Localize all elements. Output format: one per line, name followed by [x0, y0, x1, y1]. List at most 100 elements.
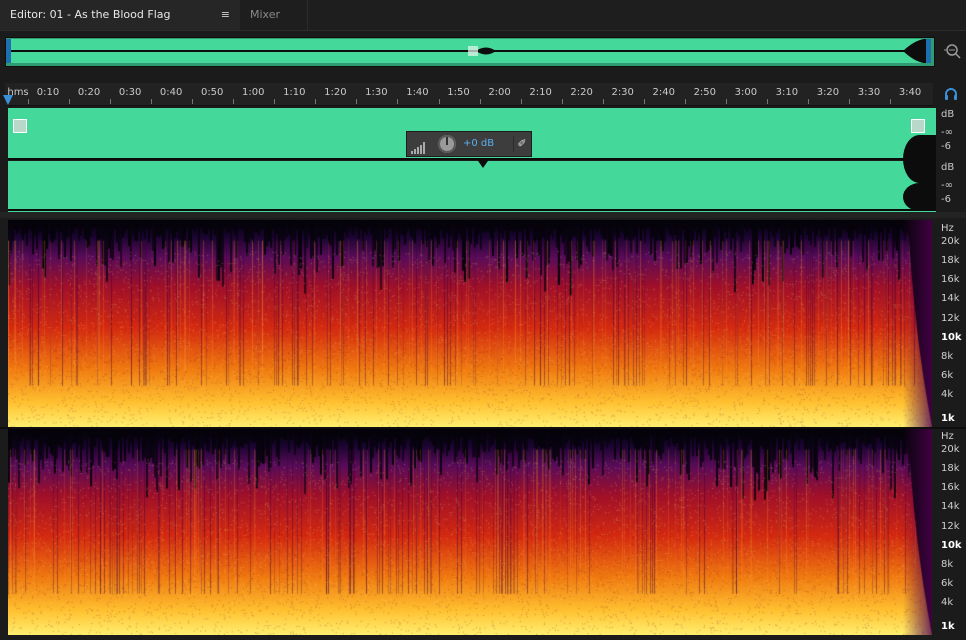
hz-label: 4k: [941, 597, 954, 608]
ruler-label: 0:10: [36, 87, 60, 98]
ruler-tick: [561, 99, 563, 104]
ruler-tick: [151, 99, 153, 104]
ruler-tick: [356, 99, 358, 104]
overview-waveform[interactable]: [8, 38, 930, 64]
hz-label: 4k: [941, 389, 954, 400]
hz-label: 18k: [941, 255, 960, 267]
ruler-label: 1:00: [242, 87, 265, 98]
ruler-label: 0:20: [77, 87, 101, 98]
panel-divider[interactable]: [0, 212, 966, 218]
ruler-label: 1:10: [283, 87, 306, 98]
ruler-label: 1:20: [324, 87, 347, 98]
pin-icon[interactable]: ✐: [513, 136, 530, 152]
volume-bars-icon: [411, 139, 425, 154]
overview-wave-shape: [8, 38, 930, 64]
channel-left-centerline: [8, 158, 936, 160]
ruler-label: 1:40: [406, 87, 429, 98]
ruler-tick: [397, 99, 399, 104]
ruler-label: 2:50: [693, 87, 717, 98]
ruler-tick: [849, 99, 850, 104]
heads-up-display[interactable]: +0 dB ✐: [406, 131, 532, 157]
tab-mixer[interactable]: Mixer: [240, 0, 308, 30]
hz-label: 8k: [941, 350, 954, 362]
hz-label: 12k: [941, 520, 960, 532]
ruler-tick: [643, 99, 645, 104]
ruler-tick: [233, 99, 235, 104]
fade-in-handle[interactable]: [13, 119, 27, 133]
hz-label: 16k: [941, 482, 960, 494]
ruler-label: 1:30: [365, 87, 388, 98]
hz-label: 10k: [941, 539, 962, 551]
hz-label: 8k: [941, 558, 954, 570]
hz-label: 1k: [941, 413, 955, 424]
hz-label: 14k: [941, 293, 960, 305]
ruler-tick: [520, 99, 522, 104]
hz-label: 6k: [941, 369, 954, 381]
hz-label: 6k: [941, 577, 954, 589]
panel-menu-icon[interactable]: ≡: [221, 0, 230, 30]
playhead[interactable]: [3, 95, 13, 105]
db-level-bottom: -6: [941, 194, 951, 205]
ruler-label: 0:50: [200, 87, 224, 98]
hz-label: 14k: [941, 501, 960, 513]
hz-label: 1k: [941, 621, 955, 632]
ruler-label: 3:30: [857, 87, 881, 98]
tab-mixer-label: Mixer: [250, 8, 281, 21]
db-neg-inf-bottom: -∞: [941, 180, 953, 191]
fade-out-handle[interactable]: [911, 119, 925, 133]
db-neg-inf-top: -∞: [941, 127, 953, 138]
overview-end-handle[interactable]: [926, 39, 931, 63]
ruler-tick: [28, 99, 29, 104]
waveform-tail-left: [903, 135, 936, 183]
tab-editor[interactable]: Editor: 01 - As the Blood Flag Waves.mp3…: [0, 0, 240, 51]
ruler-tick: [890, 99, 892, 104]
ruler-label: 3:00: [734, 87, 758, 98]
ruler-tick: [438, 99, 440, 104]
ruler-label: 0:40: [159, 87, 183, 98]
spectral-display-left[interactable]: [8, 220, 932, 427]
hz-unit-bottom: Hz: [941, 431, 954, 442]
ruler-label: 2:30: [611, 87, 634, 98]
waveform-dip: [476, 158, 490, 168]
ruler-label: 3:40: [898, 87, 922, 98]
overview-start-handle[interactable]: [6, 39, 11, 63]
ruler-tick: [807, 99, 809, 104]
spectral-display-right[interactable]: [8, 429, 932, 635]
gain-value[interactable]: +0 dB: [463, 138, 494, 149]
hz-label: 20k: [941, 444, 960, 455]
hz-label: 12k: [941, 312, 960, 324]
hz-label: 18k: [941, 463, 960, 475]
ruler-label: 2:10: [529, 87, 552, 98]
ruler-label: 0:30: [118, 87, 142, 98]
zoom-icon[interactable]: [943, 42, 961, 60]
hz-label: 16k: [941, 274, 960, 286]
ruler-label: 1:50: [447, 87, 470, 98]
ruler-label: 3:10: [775, 87, 799, 98]
ruler-label: 3:20: [816, 87, 840, 98]
waveform-tail-right: [903, 183, 936, 211]
ruler-label: 2:40: [652, 87, 675, 98]
db-unit-top: dB: [941, 109, 955, 120]
ruler-tick: [766, 99, 768, 104]
db-level-top: -6: [941, 141, 951, 152]
hz-label: 10k: [941, 331, 962, 343]
headphones-icon[interactable]: [944, 86, 958, 100]
ruler-tick: [315, 99, 317, 104]
ruler-tick: [69, 99, 71, 104]
ruler-tick: [192, 99, 194, 104]
channel-right-centerline: [8, 209, 936, 211]
ruler-label: 2:20: [570, 87, 593, 98]
waveform-channel-right[interactable]: [8, 161, 936, 212]
hz-unit-top: Hz: [941, 223, 954, 234]
ruler-tick: [684, 99, 686, 104]
ruler-label: 2:00: [488, 87, 511, 98]
ruler-tick: [479, 99, 481, 104]
ruler-tick: [602, 99, 604, 104]
volume-knob-icon[interactable]: [438, 135, 456, 153]
ruler-tick: [274, 99, 276, 104]
ruler-tick: [110, 99, 112, 104]
hz-label: 20k: [941, 236, 960, 247]
db-unit-bottom: dB: [941, 162, 955, 173]
ruler-tick: [725, 99, 727, 104]
tab-bar: Editor: 01 - As the Blood Flag Waves.mp3…: [0, 0, 966, 51]
